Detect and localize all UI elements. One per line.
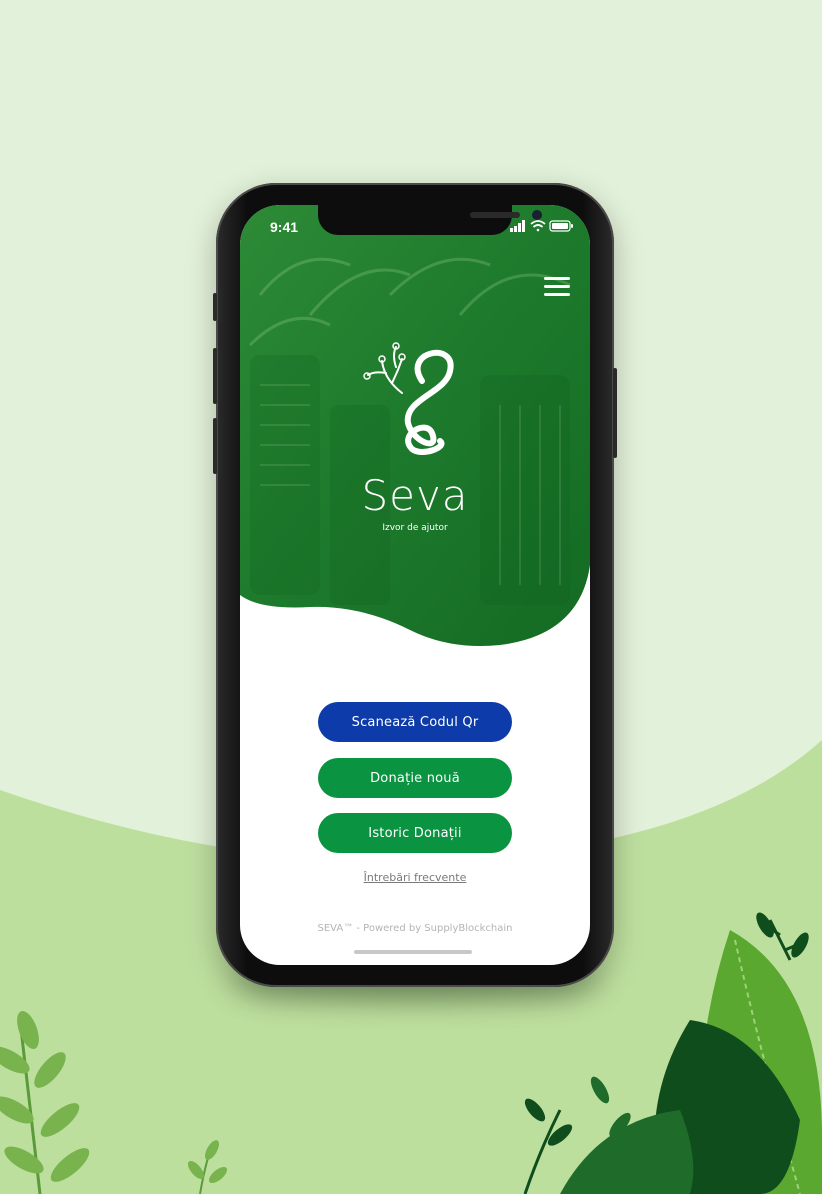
power-button bbox=[613, 368, 617, 458]
notch bbox=[318, 205, 542, 235]
mute-switch bbox=[213, 293, 217, 321]
volume-down-button bbox=[213, 418, 217, 474]
seva-sprout-logo-icon bbox=[363, 342, 454, 455]
volume-up-button bbox=[213, 348, 217, 404]
donation-history-button[interactable]: Istoric Donații bbox=[318, 813, 512, 853]
hamburger-menu-icon[interactable] bbox=[542, 277, 570, 301]
earpiece-speaker bbox=[470, 212, 520, 218]
brand-name: Seva bbox=[361, 471, 469, 520]
new-donation-button[interactable]: Donație nouă bbox=[318, 758, 512, 798]
footer-text: SEVA™ - Powered by SupplyBlockchain bbox=[317, 923, 513, 934]
phone-screen: 9:41 Seva Izvor de ajutor Scanează Codul… bbox=[240, 205, 590, 965]
status-icons bbox=[510, 220, 573, 232]
phone-frame: 9:41 Seva Izvor de ajutor Scanează Codul… bbox=[213, 183, 617, 987]
battery-icon bbox=[549, 220, 573, 232]
faq-link[interactable]: Întrebări frecvente bbox=[240, 871, 590, 884]
wifi-icon bbox=[530, 220, 546, 232]
status-time: 9:41 bbox=[270, 219, 299, 235]
signal-icon bbox=[510, 220, 525, 232]
scan-qr-button[interactable]: Scanează Codul Qr bbox=[318, 702, 512, 742]
brand-tagline: Izvor de ajutor bbox=[382, 523, 448, 533]
home-indicator[interactable] bbox=[354, 950, 472, 954]
